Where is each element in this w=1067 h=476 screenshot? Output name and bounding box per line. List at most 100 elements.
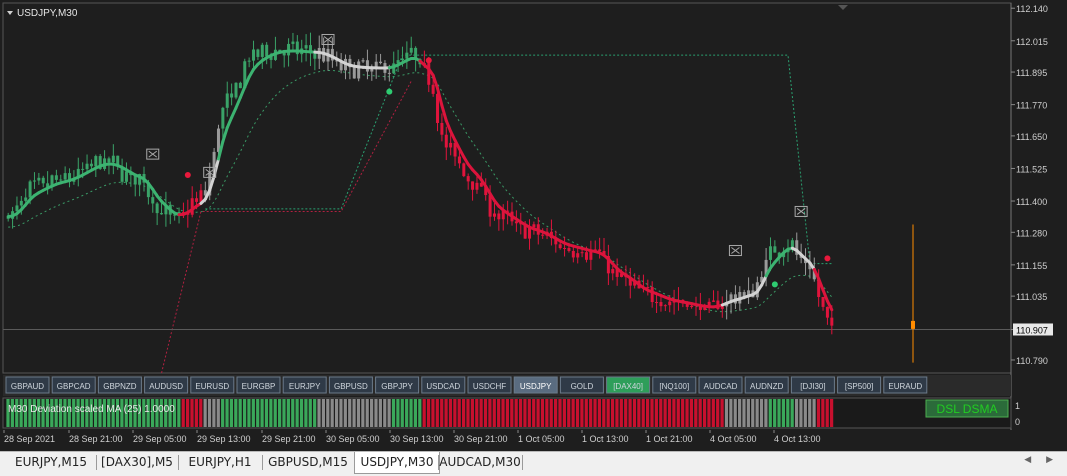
candle-body xyxy=(541,235,544,236)
candle-body xyxy=(265,45,268,57)
subwindow-bar xyxy=(436,399,439,427)
candle-body xyxy=(449,143,452,148)
candle-body xyxy=(156,203,159,213)
candle-body xyxy=(576,253,579,257)
subwindow-bar xyxy=(685,399,688,427)
time-axis-label: 1 Oct 05:00 xyxy=(518,434,565,444)
svg-text:EURJPY: EURJPY xyxy=(289,382,321,391)
symbol-button-dax40[interactable]: [DAX40] xyxy=(607,377,650,393)
symbol-button-nq100[interactable]: [NQ100] xyxy=(653,377,696,393)
chart-tab-dax30m5[interactable]: [DAX30],M5 xyxy=(96,452,178,472)
symbol-button-eurusd[interactable]: EURUSD xyxy=(191,377,234,393)
symbol-button-dji30[interactable]: [DJI30] xyxy=(791,377,834,393)
symbol-button-gbpjpy[interactable]: GBPJPY xyxy=(376,377,419,393)
chart-tab-gbpusdm15[interactable]: GBPUSD,M15 xyxy=(262,452,354,472)
symbol-button-usdcad[interactable]: USDCAD xyxy=(422,377,465,393)
price-axis-label: 111.895 xyxy=(1016,68,1047,78)
symbol-button-audusd[interactable]: AUDUSD xyxy=(145,377,188,393)
subwindow-scale-min: 0 xyxy=(1015,417,1020,427)
subwindow-bar xyxy=(388,399,391,427)
symbol-button-usdjpy[interactable]: USDJPY xyxy=(514,377,557,393)
symbol-button-eurjpy[interactable]: EURJPY xyxy=(283,377,326,393)
subwindow-bar xyxy=(317,399,320,427)
candle-body xyxy=(24,198,27,201)
candle-body xyxy=(598,249,601,251)
subwindow-bar xyxy=(580,399,583,427)
time-axis-label: 1 Oct 13:00 xyxy=(582,434,629,444)
symbol-button-euraud[interactable]: EURAUD xyxy=(884,377,927,393)
subwindow-bar xyxy=(812,399,815,427)
svg-text:AUDCAD: AUDCAD xyxy=(704,382,738,391)
subwindow-bar xyxy=(265,399,268,427)
subwindow-bar xyxy=(593,399,596,427)
subwindow-bar xyxy=(186,399,189,427)
subwindow-bar xyxy=(760,399,763,427)
price-chart[interactable]: 112.140112.015111.895111.770111.650111.5… xyxy=(0,0,1067,475)
symbol-button-gbpnzd[interactable]: GBPNZD xyxy=(98,377,141,393)
subwindow-bar xyxy=(519,399,522,427)
chart-tab-usdjpym30[interactable]: USDJPY,M30 xyxy=(354,452,440,474)
subwindow-bar xyxy=(589,399,592,427)
symbol-button-gbpusd[interactable]: GBPUSD xyxy=(329,377,372,393)
svg-text:GBPNZD: GBPNZD xyxy=(103,382,137,391)
candle-body xyxy=(199,190,202,202)
subwindow-bar xyxy=(423,399,426,427)
subwindow-bar xyxy=(309,399,312,427)
subwindow-bar xyxy=(791,399,794,427)
candle-body xyxy=(611,269,614,273)
subwindow-bar xyxy=(738,399,741,427)
dsl-dsma-badge-text: DSL DSMA xyxy=(937,402,998,416)
candle-body xyxy=(20,201,23,206)
candle-body xyxy=(659,302,662,306)
subwindow-bar xyxy=(449,399,452,427)
candle-body xyxy=(90,164,93,167)
chart-tab-eurjpym15[interactable]: EURJPY,M15 xyxy=(6,452,96,472)
sell-dot xyxy=(426,57,432,63)
symbol-button-audnzd[interactable]: AUDNZD xyxy=(745,377,788,393)
price-axis-label: 111.770 xyxy=(1016,101,1047,111)
symbol-button-gbpcad[interactable]: GBPCAD xyxy=(52,377,95,393)
symbol-button-eurgbp[interactable]: EURGBP xyxy=(237,377,280,393)
candle-body xyxy=(410,48,413,53)
subwindow-bar xyxy=(322,399,325,427)
subwindow-bar xyxy=(274,399,277,427)
chart-tab-eurjpyh1[interactable]: EURJPY,H1 xyxy=(178,452,262,472)
candle-body xyxy=(357,61,360,78)
subwindow-bar xyxy=(808,399,811,427)
symbol-button-usdchf[interactable]: USDCHF xyxy=(468,377,511,393)
subwindow-bar xyxy=(655,399,658,427)
svg-text:EURUSD: EURUSD xyxy=(195,382,229,391)
symbol-button-sp500[interactable]: [SP500] xyxy=(838,377,881,393)
price-axis-label: 111.035 xyxy=(1016,292,1047,302)
subwindow-bar xyxy=(204,399,207,427)
symbol-button-audcad[interactable]: AUDCAD xyxy=(699,377,742,393)
candle-body xyxy=(440,123,443,135)
candle-body xyxy=(563,248,566,249)
subwindow-bar xyxy=(821,399,824,427)
subwindow-bar xyxy=(528,399,531,427)
candle-body xyxy=(362,60,365,61)
subwindow-bar xyxy=(615,399,618,427)
subwindow-bar xyxy=(611,399,614,427)
subwindow-bar xyxy=(804,399,807,427)
subwindow-bar xyxy=(304,399,307,427)
candle-body xyxy=(471,181,474,189)
candle-body xyxy=(261,45,264,57)
symbol-button-gbpaud[interactable]: GBPAUD xyxy=(6,377,49,393)
tab-scroll-arrows[interactable]: ◀ ▶ xyxy=(1024,455,1059,465)
candle-body xyxy=(55,175,58,180)
symbol-button-gold[interactable]: GOLD xyxy=(560,377,603,393)
subwindow-bar xyxy=(747,399,750,427)
chart-tab-audcadm30[interactable]: AUDCAD,M30 xyxy=(438,452,522,472)
candle-body xyxy=(668,302,671,306)
candle-body xyxy=(388,73,391,74)
candle-body xyxy=(235,83,238,98)
candle-body xyxy=(59,179,62,180)
price-axis-label: 110.790 xyxy=(1016,356,1048,366)
candle-body xyxy=(826,307,829,318)
subwindow-bar xyxy=(497,399,500,427)
subwindow-bar xyxy=(751,399,754,427)
sell-dot xyxy=(185,172,191,178)
subwindow-bar xyxy=(624,399,627,427)
subwindow-bar xyxy=(239,399,242,427)
